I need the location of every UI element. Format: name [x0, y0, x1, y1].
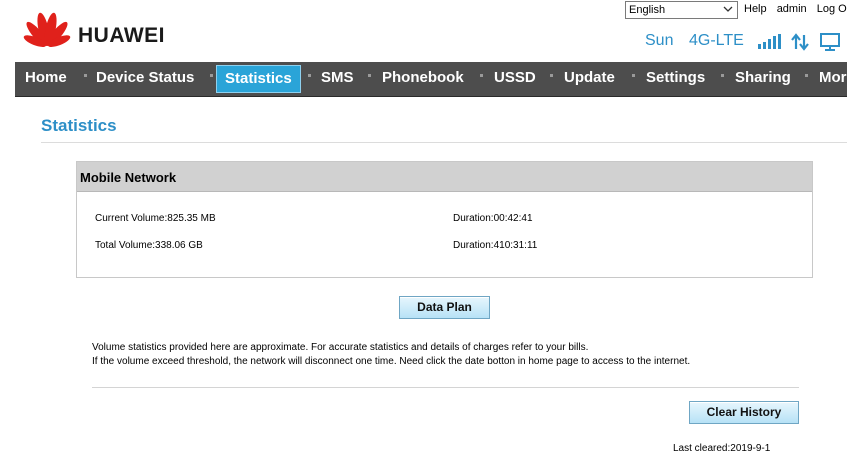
clear-history-button[interactable]: Clear History: [689, 401, 799, 424]
mobile-network-panel: Mobile Network Current Volume:825.35 MB …: [76, 161, 813, 278]
note-line-2: If the volume exceed threshold, the netw…: [92, 356, 691, 367]
nav-separator: [210, 74, 213, 77]
divider: [41, 142, 847, 143]
nav-update[interactable]: Update: [564, 62, 615, 96]
huawei-flower-icon: [23, 12, 71, 47]
user-link[interactable]: admin: [777, 3, 807, 15]
language-selected-value: English: [629, 4, 666, 16]
nav-separator: [721, 74, 724, 77]
nav-sms[interactable]: SMS: [321, 62, 354, 96]
total-volume: Total Volume:338.06 GB: [95, 240, 203, 251]
nav-separator: [480, 74, 483, 77]
current-volume: Current Volume:825.35 MB: [95, 213, 216, 224]
nav-phonebook[interactable]: Phonebook: [382, 62, 464, 96]
current-duration: Duration:00:42:41: [453, 213, 533, 224]
nav-sharing[interactable]: Sharing: [735, 62, 791, 96]
nav-ussd[interactable]: USSD: [494, 62, 536, 96]
nav-home[interactable]: Home: [25, 62, 67, 96]
huawei-logo: HUAWEI: [20, 10, 180, 54]
brand-name: HUAWEI: [78, 24, 165, 47]
nav-separator: [805, 74, 808, 77]
operator-name: Sun: [645, 32, 674, 49]
chevron-down-icon: [723, 6, 733, 12]
nav-separator: [308, 74, 311, 77]
data-transfer-icon: [791, 33, 809, 51]
top-links: Help admin Log Out: [744, 3, 847, 15]
nav-device-status[interactable]: Device Status: [96, 62, 194, 96]
nav-separator: [84, 74, 87, 77]
nav-separator: [632, 74, 635, 77]
main-nav: Home Device Status Statistics SMS Phoneb…: [15, 62, 847, 97]
signal-strength-icon: [758, 34, 781, 49]
nav-more[interactable]: More: [819, 62, 847, 96]
logout-link[interactable]: Log Out: [817, 3, 847, 15]
monitor-icon: [820, 33, 840, 51]
nav-separator: [550, 74, 553, 77]
help-link[interactable]: Help: [744, 3, 767, 15]
language-select[interactable]: English: [625, 1, 738, 19]
page-title: Statistics: [41, 116, 117, 135]
last-cleared-label: Last cleared:2019-9-1: [673, 443, 771, 454]
divider: [92, 387, 799, 388]
note-line-1: Volume statistics provided here are appr…: [92, 342, 589, 353]
nav-separator: [368, 74, 371, 77]
panel-header: Mobile Network: [77, 162, 812, 192]
nav-statistics[interactable]: Statistics: [216, 65, 301, 93]
data-plan-button[interactable]: Data Plan: [399, 296, 490, 319]
total-duration: Duration:410:31:11: [453, 240, 538, 251]
panel-heading: Mobile Network: [80, 170, 177, 185]
network-type: 4G-LTE: [689, 32, 744, 49]
nav-settings[interactable]: Settings: [646, 62, 705, 96]
